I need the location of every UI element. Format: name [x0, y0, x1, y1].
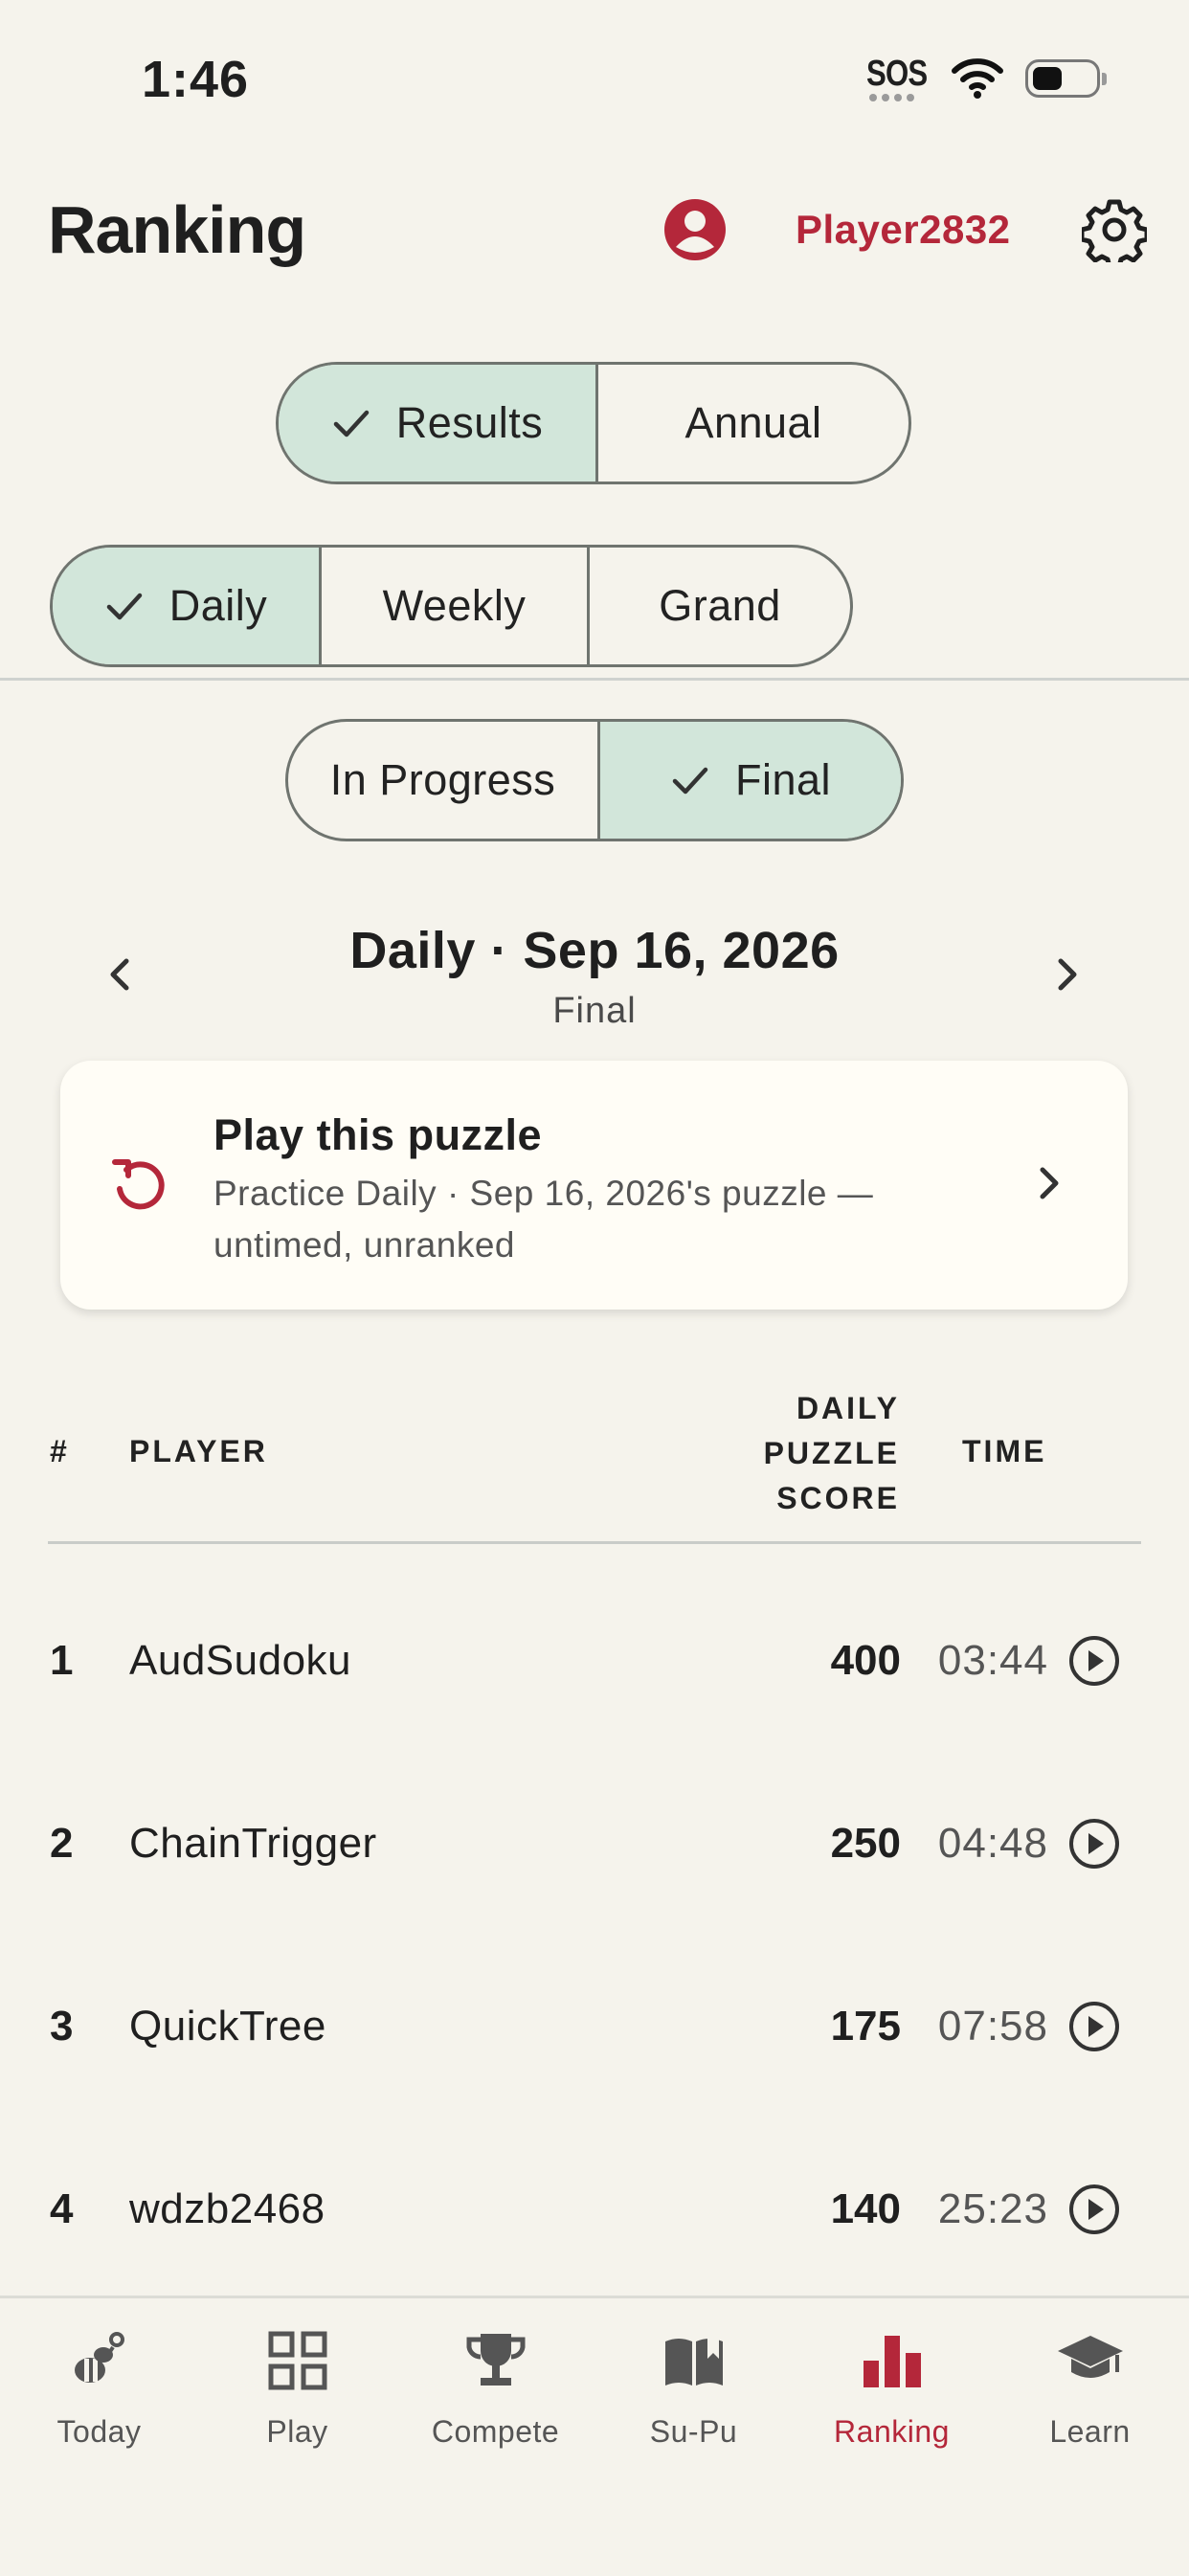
segment-final-label: Final [734, 755, 832, 804]
column-header-score-line3: SCORE [776, 1481, 900, 1515]
row-score: 140 [830, 2185, 901, 2232]
checkmark-icon [106, 593, 142, 620]
row-player: ChainTrigger [129, 1820, 377, 1867]
tab-ranking-label: Ranking [834, 2414, 950, 2449]
segment-weekly-label: Weekly [382, 581, 527, 630]
segment-grand[interactable]: Grand [587, 548, 850, 664]
row-time: 04:48 [937, 1820, 1048, 1867]
row-score: 400 [830, 1637, 901, 1684]
row-player: wdzb2468 [129, 2185, 325, 2232]
row-rank: 1 [50, 1637, 74, 1684]
bar-chart-icon [863, 2336, 921, 2387]
tab-su-pu-label: Su-Pu [649, 2414, 738, 2449]
replay-icon [112, 1159, 165, 1210]
tab-su-pu[interactable]: Su-Pu [594, 2326, 793, 2450]
replay-play-icon[interactable] [1067, 2183, 1121, 2236]
column-header-rank: # [50, 1434, 70, 1468]
segment-daily[interactable]: Daily [53, 548, 319, 664]
row-player: AudSudoku [129, 1637, 352, 1684]
next-date-chevron-icon[interactable] [1043, 952, 1089, 997]
period-segmented-control: Daily Weekly Grand [50, 545, 853, 667]
replay-play-icon[interactable] [1067, 1817, 1121, 1870]
page-title: Ranking [48, 192, 306, 267]
bee-icon [74, 2332, 124, 2383]
tab-learn[interactable]: Learn [991, 2326, 1189, 2450]
segment-daily-label: Daily [168, 581, 268, 630]
checkmark-icon [672, 767, 708, 795]
row-score: 250 [830, 1820, 901, 1867]
segment-final[interactable]: Final [597, 722, 901, 839]
section-divider [0, 678, 1189, 681]
column-header-score-line1: DAILY [796, 1391, 900, 1425]
date-status: Final [552, 991, 637, 1031]
segment-results[interactable]: Results [279, 365, 595, 482]
tab-play[interactable]: Play [198, 2326, 396, 2450]
grid-icon [268, 2331, 326, 2390]
wifi-icon [952, 58, 1003, 99]
segment-grand-label: Grand [659, 581, 781, 630]
row-rank: 4 [50, 2185, 74, 2232]
segment-weekly[interactable]: Weekly [319, 548, 587, 664]
tab-compete[interactable]: Compete [396, 2326, 594, 2450]
row-rank: 2 [50, 1820, 74, 1867]
segment-annual-label: Annual [684, 398, 822, 447]
row-rank: 3 [50, 2003, 74, 2050]
graduation-cap-icon [1057, 2336, 1123, 2378]
column-header-player: PLAYER [129, 1434, 268, 1468]
sos-indicator: SOS [866, 54, 928, 94]
replay-play-icon[interactable] [1067, 2000, 1121, 2053]
tab-play-label: Play [266, 2414, 328, 2449]
practice-card-title: Play this puzzle [213, 1110, 543, 1159]
book-icon [664, 2334, 723, 2386]
state-segmented-control: In Progress Final [285, 719, 904, 841]
user-avatar-icon[interactable] [662, 197, 728, 262]
segment-in-progress[interactable]: In Progress [288, 722, 597, 839]
chevron-right-icon [1040, 1167, 1059, 1199]
tab-learn-label: Learn [1049, 2414, 1131, 2449]
column-header-score: DAILY PUZZLE SCORE [747, 1386, 900, 1521]
signal-dots [869, 94, 914, 101]
segment-in-progress-label: In Progress [329, 755, 556, 804]
tab-today[interactable]: Today [0, 2326, 198, 2450]
status-time: 1:46 [142, 51, 250, 108]
replay-play-icon[interactable] [1067, 1634, 1121, 1688]
row-player: QuickTree [129, 2003, 326, 2050]
row-time: 03:44 [937, 1637, 1048, 1684]
date-title: Daily · Sep 16, 2026 [349, 922, 840, 979]
practice-card-subtitle: Practice Daily · Sep 16, 2026's puzzle —… [213, 1174, 874, 1265]
column-header-time: TIME [962, 1434, 1047, 1468]
trophy-icon [466, 2334, 525, 2386]
username-link[interactable]: Player2832 [796, 207, 1011, 253]
column-header-score-line2: PUZZLE [763, 1436, 900, 1470]
checkmark-icon [333, 410, 369, 437]
tab-today-label: Today [56, 2414, 142, 2449]
tab-ranking[interactable]: Ranking [793, 2326, 991, 2450]
segment-results-label: Results [395, 398, 544, 447]
settings-gear-icon[interactable] [1082, 197, 1147, 262]
row-time: 25:23 [937, 2185, 1048, 2232]
battery-icon [1025, 59, 1107, 98]
row-time: 07:58 [937, 2003, 1048, 2050]
view-segmented-control: Results Annual [276, 362, 911, 484]
table-header-rule [48, 1541, 1141, 1544]
row-score: 175 [830, 2003, 901, 2050]
tab-compete-label: Compete [431, 2414, 560, 2449]
segment-annual[interactable]: Annual [595, 365, 909, 482]
